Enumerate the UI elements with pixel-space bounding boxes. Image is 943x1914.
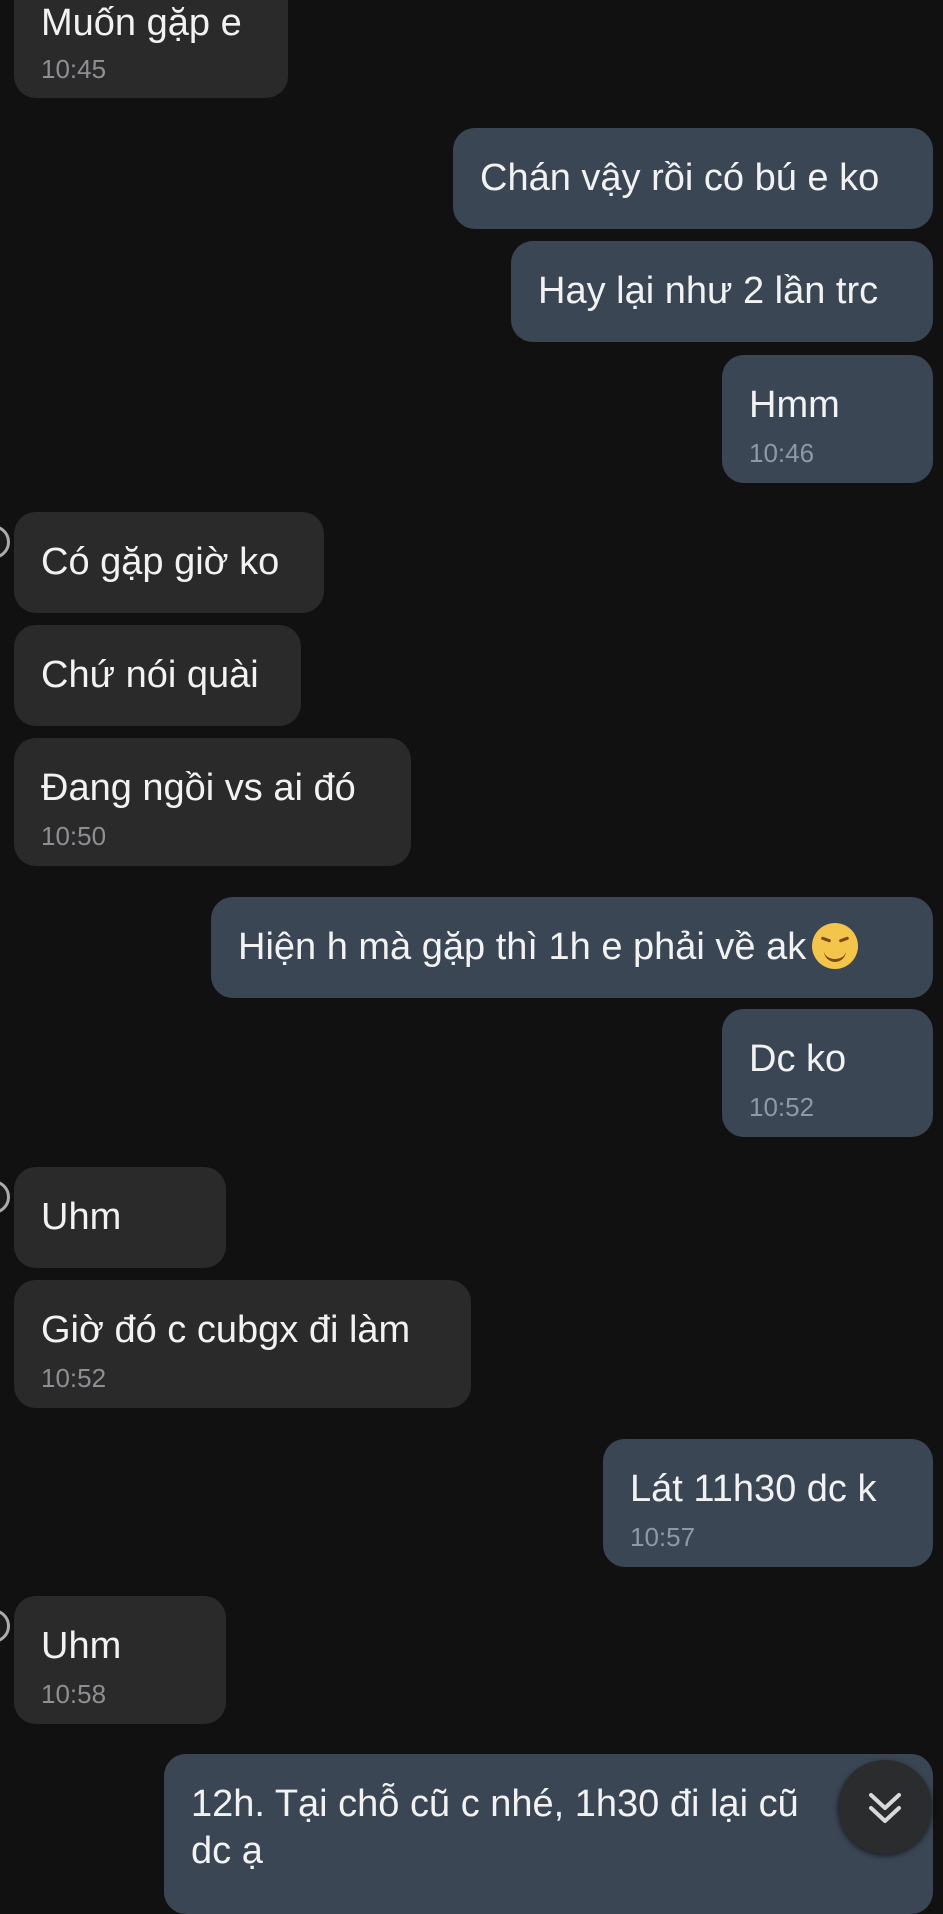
message-text: Uhm — [41, 1196, 122, 1238]
message-text: Hiện h mà gặp thì 1h e phải về ak — [238, 926, 807, 968]
message-bubble-outgoing[interactable]: Hay lại như 2 lần trc — [511, 241, 933, 342]
avatar[interactable] — [0, 525, 10, 559]
message-bubble-outgoing[interactable]: Dc ko 10:52 — [722, 1009, 933, 1137]
message-time: 10:46 — [749, 438, 815, 468]
avatar[interactable] — [0, 1180, 10, 1214]
message-text: Muốn gặp e — [41, 2, 242, 44]
message-text-line-2: dc ạ — [191, 1830, 263, 1872]
message-bubble-incoming[interactable]: Giờ đó c cubgx đi làm 10:52 — [14, 1280, 471, 1408]
message-bubble-incoming[interactable]: Muốn gặp e 10:45 — [14, 0, 288, 98]
avatar[interactable] — [0, 1609, 10, 1643]
message-text: Lát 11h30 dc k — [630, 1468, 877, 1510]
message-bubble-incoming[interactable]: Đang ngồi vs ai đó 10:50 — [14, 738, 411, 866]
message-bubble-incoming[interactable]: Có gặp giờ ko — [14, 512, 324, 613]
message-bubble-incoming[interactable]: Uhm — [14, 1167, 226, 1268]
message-text: Dc ko — [749, 1038, 847, 1080]
message-bubble-incoming[interactable]: Uhm 10:58 — [14, 1596, 226, 1724]
message-bubble-incoming[interactable]: Chứ nói quài — [14, 625, 301, 726]
message-text: Chán vậy rồi có bú e ko — [480, 157, 880, 199]
message-time: 10:50 — [41, 821, 107, 851]
message-bubble-outgoing[interactable]: Chán vậy rồi có bú e ko — [453, 128, 933, 229]
message-time: 10:52 — [749, 1092, 815, 1122]
message-time: 10:57 — [630, 1522, 696, 1552]
message-time: 10:45 — [41, 54, 107, 84]
message-bubble-outgoing[interactable]: Hmm 10:46 — [722, 355, 933, 483]
scroll-to-bottom-button[interactable] — [838, 1760, 932, 1854]
message-time: 10:52 — [41, 1363, 107, 1393]
message-text: Đang ngồi vs ai đó — [41, 767, 356, 809]
message-text: Hmm — [749, 384, 840, 426]
message-text: Hay lại như 2 lần trc — [538, 270, 879, 312]
message-text: 12h. Tại chỗ cũ c nhé, 1h30 đi lại cũ — [191, 1783, 799, 1825]
message-text: Chứ nói quài — [41, 654, 259, 696]
message-time: 10:58 — [41, 1679, 107, 1709]
message-text: Giờ đó c cubgx đi làm — [41, 1309, 411, 1351]
message-text: Có gặp giờ ko — [41, 541, 280, 583]
grimace-emoji-icon — [812, 922, 859, 969]
message-bubble-outgoing[interactable]: 12h. Tại chỗ cũ c nhé, 1h30 đi lại cũ dc… — [164, 1754, 933, 1914]
double-chevron-down-icon — [869, 1793, 901, 1823]
message-bubble-outgoing[interactable]: Lát 11h30 dc k 10:57 — [603, 1439, 933, 1567]
message-text: Uhm — [41, 1625, 122, 1667]
message-bubble-outgoing[interactable]: Hiện h mà gặp thì 1h e phải về ak — [211, 897, 933, 998]
